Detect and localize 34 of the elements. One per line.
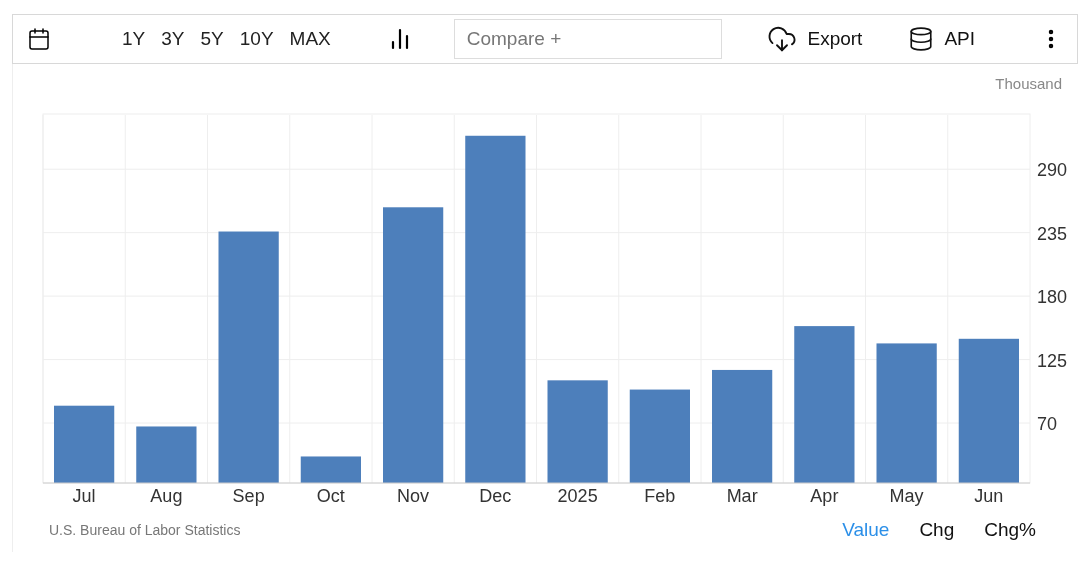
x-tick-label: Dec <box>479 486 512 506</box>
export-button[interactable]: Export <box>763 20 867 58</box>
y-tick-label: 235 <box>1037 223 1068 244</box>
x-tick-label: May <box>889 486 924 506</box>
bar <box>136 426 197 483</box>
unit-label: Thousand <box>995 75 1062 92</box>
x-tick-label: Aug <box>150 486 183 506</box>
x-tick-label: Mar <box>726 486 758 506</box>
x-tick-label: Jun <box>974 486 1004 506</box>
range-button[interactable]: 1Y <box>115 24 153 54</box>
database-icon <box>908 26 935 52</box>
range-button[interactable]: 10Y <box>232 24 281 54</box>
y-tick-label: 180 <box>1037 287 1068 308</box>
range-button[interactable]: 5Y <box>193 24 231 54</box>
cloud-download-icon <box>767 24 798 54</box>
view-tab[interactable]: Chg <box>915 517 959 543</box>
y-tick-label: 70 <box>1037 414 1058 434</box>
api-button[interactable]: API <box>904 22 979 56</box>
calendar-icon[interactable] <box>27 27 51 51</box>
x-tick-label: 2025 <box>557 486 598 506</box>
view-tab[interactable]: Chg% <box>980 517 1040 543</box>
x-tick-label: Oct <box>316 486 345 506</box>
source-text: U.S. Bureau of Labor Statistics <box>49 522 242 538</box>
x-tick-label: Apr <box>810 486 839 506</box>
y-tick-label: 125 <box>1037 350 1068 371</box>
x-tick-label: Sep <box>232 486 265 506</box>
x-tick-label: Nov <box>397 486 430 506</box>
bar <box>300 456 361 483</box>
range-button[interactable]: MAX <box>282 24 338 54</box>
x-tick-label: Feb <box>644 486 676 506</box>
x-tick-label: Jul <box>72 486 96 506</box>
range-button[interactable]: 3Y <box>154 24 192 54</box>
compare-field[interactable]: Compare + <box>453 19 722 59</box>
y-tick-label: 290 <box>1037 160 1068 181</box>
